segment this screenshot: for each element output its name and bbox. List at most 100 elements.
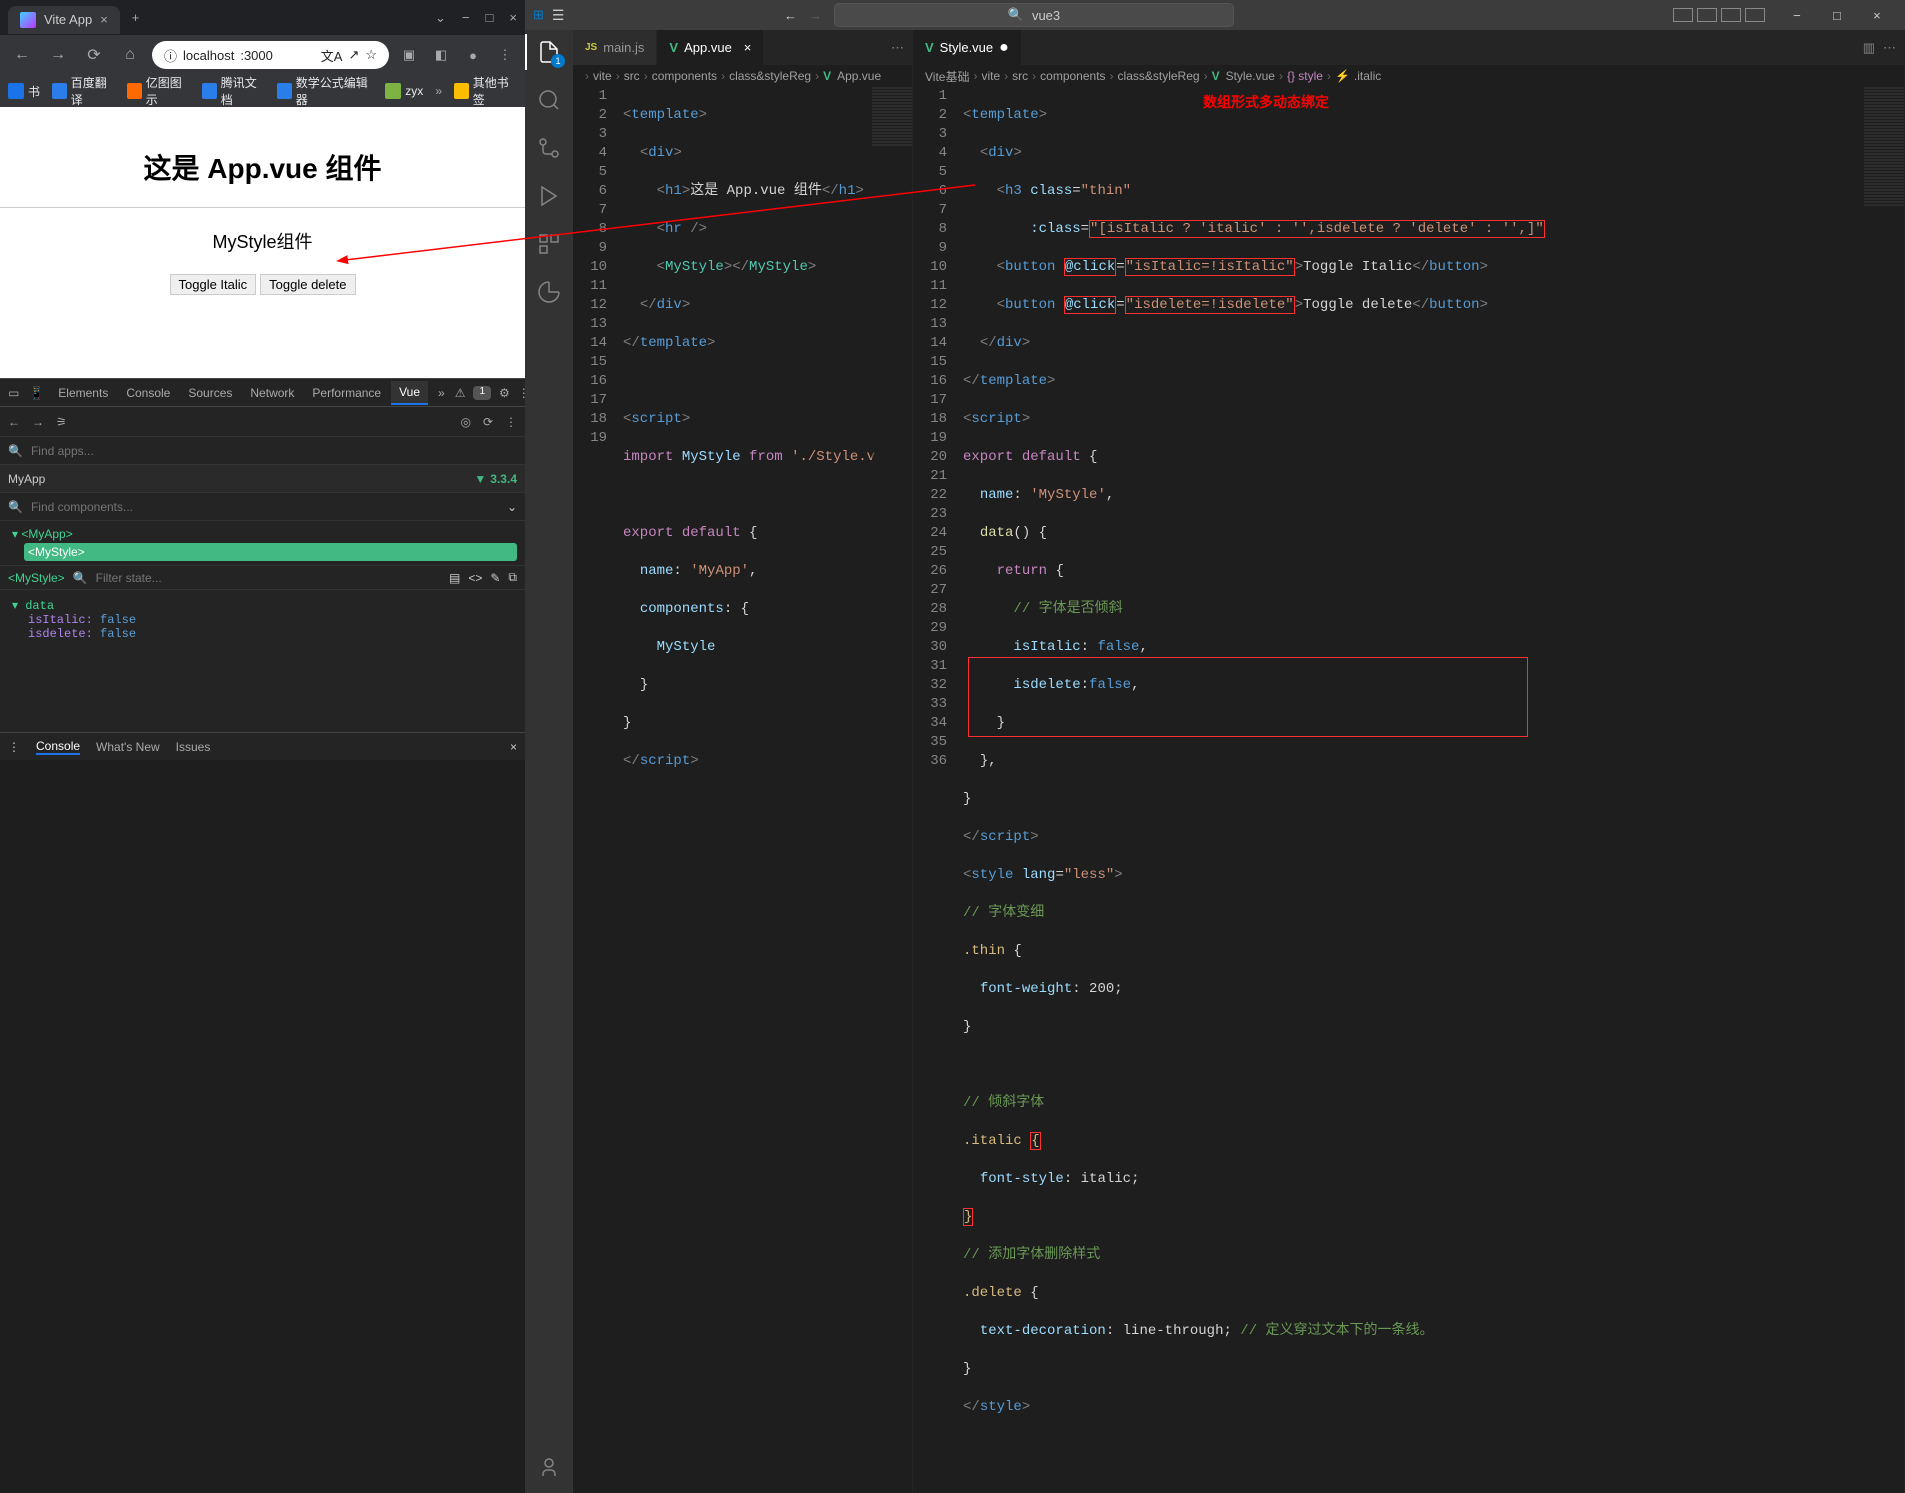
minimize-icon[interactable]: − (462, 10, 470, 26)
chevron-down-icon[interactable]: ⌄ (507, 500, 517, 514)
toggle-secondary-icon[interactable] (1721, 8, 1741, 22)
find-apps-box[interactable]: 🔍 (0, 437, 525, 465)
footer-whats-new[interactable]: What's New (96, 740, 160, 754)
search-icon[interactable] (535, 86, 563, 114)
bookmark-item[interactable]: 数学公式编辑器 (277, 74, 373, 108)
state-item[interactable]: isItalic: false (28, 613, 513, 627)
tree-root[interactable]: ▾ <MyApp> (8, 525, 517, 543)
target-icon[interactable]: ◎ (460, 415, 470, 429)
code-icon[interactable]: <> (468, 571, 482, 585)
chevron-down-icon[interactable]: ⌄ (435, 10, 446, 26)
minimap[interactable] (872, 87, 912, 1493)
breadcrumbs[interactable]: ›vite ›src ›components ›class&styleReg ›… (573, 65, 912, 87)
menu-icon[interactable]: ⋮ (493, 47, 517, 63)
tab-vue[interactable]: Vue (391, 381, 428, 405)
forward-icon[interactable]: → (32, 415, 44, 429)
browser-tab[interactable]: Vite App × (8, 6, 120, 34)
site-info-icon[interactable]: ⓘ (164, 46, 177, 65)
tab-overflow[interactable]: » (430, 382, 453, 404)
device-toggle-icon[interactable]: 📱 (25, 386, 48, 400)
toggle-italic-button[interactable]: Toggle Italic (170, 274, 257, 295)
breadcrumbs[interactable]: Vite基础 ›vite ›src ›components ›class&sty… (913, 65, 1904, 87)
nav-forward-icon[interactable]: → (809, 8, 822, 23)
maximize-icon[interactable]: □ (486, 10, 494, 26)
refresh-icon[interactable]: ⟳ (483, 415, 493, 429)
nav-back-icon[interactable]: ← (784, 8, 797, 23)
bookmark-item[interactable]: 百度翻译 (52, 74, 115, 108)
tab-console[interactable]: Console (118, 382, 178, 404)
more-icon[interactable]: ⋯ (1883, 40, 1896, 56)
bookmark-item[interactable]: 腾讯文档 (202, 74, 265, 108)
maximize-icon[interactable]: □ (1817, 0, 1857, 30)
state-item[interactable]: isdelete: false (28, 627, 513, 641)
warning-icon[interactable]: ⚠ (455, 386, 466, 400)
translate-icon[interactable]: 文A (321, 46, 343, 65)
tree-child-selected[interactable]: <MyStyle> (24, 543, 517, 561)
code-content[interactable]: <template> <div> <h1>这是 App.vue 组件</h1> … (623, 87, 912, 1493)
gear-icon[interactable]: ⚙ (499, 386, 510, 400)
explorer-icon[interactable]: 1 (535, 38, 563, 66)
star-icon[interactable]: ☆ (365, 47, 377, 63)
close-icon[interactable]: × (510, 740, 517, 754)
minimap[interactable] (1864, 87, 1904, 1493)
reload-button[interactable]: ⟳ (80, 45, 108, 65)
state-section[interactable]: ▾ data (12, 598, 513, 613)
more-icon[interactable]: ⋮ (505, 415, 517, 429)
bookmark-overflow[interactable]: » (435, 84, 442, 98)
tab-app-vue[interactable]: VApp.vue× (657, 30, 764, 65)
hamburger-icon[interactable]: ☰ (552, 7, 565, 24)
tab-sources[interactable]: Sources (180, 382, 240, 404)
source-control-icon[interactable] (535, 134, 563, 162)
edit-icon[interactable]: ✎ (490, 571, 500, 585)
home-button[interactable]: ⌂ (116, 46, 144, 64)
close-window-icon[interactable]: × (509, 10, 517, 26)
minimize-icon[interactable]: − (1777, 0, 1817, 30)
app-row[interactable]: MyApp ▼3.3.4 (0, 465, 525, 493)
inspect-icon[interactable]: ▭ (4, 386, 23, 400)
accounts-icon[interactable] (535, 1453, 563, 1481)
code-content[interactable]: <template> <div> <h3 class="thin" :class… (963, 87, 1904, 1493)
find-components-input[interactable] (31, 500, 499, 514)
bookmark-item[interactable]: 书 (8, 83, 40, 100)
tab-style-vue[interactable]: VStyle.vue● (913, 30, 1022, 65)
reading-list-icon[interactable]: ◧ (429, 47, 453, 63)
find-apps-input[interactable] (31, 444, 517, 458)
popout-icon[interactable]: ⧉ (508, 570, 517, 585)
tab-main-js[interactable]: JSmain.js (573, 30, 657, 65)
toggle-sidebar-icon[interactable] (1697, 8, 1717, 22)
code-editor[interactable]: 1234567891011121314151617181920212223242… (913, 87, 1904, 1493)
extensions-icon[interactable]: ▣ (397, 47, 421, 63)
components-icon[interactable]: ⚞ (56, 415, 67, 429)
profile-icon[interactable]: ● (461, 48, 485, 63)
toggle-delete-button[interactable]: Toggle delete (260, 274, 355, 295)
command-center[interactable]: 🔍 vue3 (834, 3, 1234, 27)
url-bar[interactable]: ⓘ localhost:3000 文A ↗ ☆ (152, 41, 389, 69)
forward-button[interactable]: → (44, 46, 72, 64)
remote-icon[interactable] (535, 278, 563, 306)
close-icon[interactable]: × (744, 40, 752, 55)
share-icon[interactable]: ↗ (348, 47, 359, 63)
filter-state-input[interactable] (96, 571, 441, 585)
scroll-icon[interactable]: ▤ (449, 571, 460, 585)
footer-console[interactable]: Console (36, 739, 80, 755)
bookmark-item[interactable]: 亿图图示 (127, 74, 190, 108)
run-debug-icon[interactable] (535, 182, 563, 210)
new-tab-button[interactable]: + (132, 10, 140, 25)
close-icon[interactable]: × (100, 12, 108, 27)
customize-layout-icon[interactable] (1745, 8, 1765, 22)
footer-issues[interactable]: Issues (176, 740, 211, 754)
back-icon[interactable]: ← (8, 415, 20, 429)
extensions-icon[interactable] (535, 230, 563, 258)
menu-icon[interactable]: ⋮ (8, 740, 20, 754)
bookmark-folder[interactable]: 其他书签 (454, 74, 517, 108)
code-editor[interactable]: 12345678910111213141516171819 <template>… (573, 87, 912, 1493)
tab-performance[interactable]: Performance (304, 382, 389, 404)
toggle-panel-icon[interactable] (1673, 8, 1693, 22)
tab-network[interactable]: Network (242, 382, 302, 404)
bookmark-item[interactable]: zyx (385, 83, 423, 99)
find-components-box[interactable]: 🔍 ⌄ (0, 493, 525, 521)
back-button[interactable]: ← (8, 46, 36, 64)
split-icon[interactable]: ▥ (1863, 40, 1875, 56)
more-icon[interactable]: ⋯ (891, 40, 904, 56)
tab-elements[interactable]: Elements (50, 382, 116, 404)
